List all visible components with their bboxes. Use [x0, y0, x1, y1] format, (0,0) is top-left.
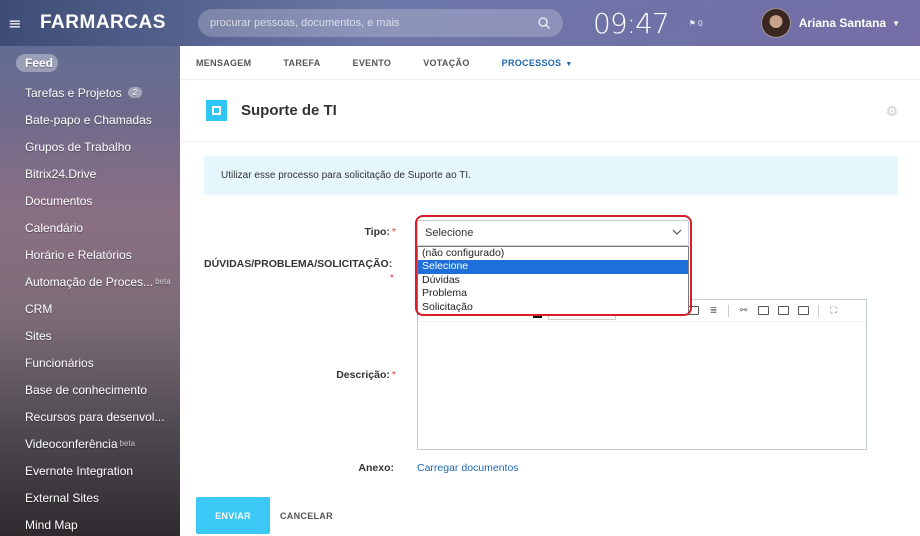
cancel-button[interactable]: CANCELAR [280, 497, 333, 534]
sidebar-item-label: Mind Map [25, 517, 78, 532]
sidebar-item-label: Evernote Integration [25, 463, 134, 478]
label-text: Descrição: [336, 369, 390, 381]
sidebar-item-label: Videoconferência [25, 436, 118, 451]
toolbar-divider [818, 304, 819, 317]
option-duvidas[interactable]: Dúvidas [418, 274, 688, 287]
tab-mensagem[interactable]: MENSAGEM [196, 58, 251, 68]
required-marker: * [391, 226, 396, 238]
beta-badge: beta [155, 277, 171, 286]
sidebar-item-drive[interactable]: Bitrix24.Drive [0, 160, 180, 187]
sidebar-item-label: Horário e Relatórios [25, 247, 132, 262]
process-icon [206, 100, 227, 121]
duvidas-label: DÚVIDAS/PROBLEMA/SOLICITAÇÃO: [204, 258, 393, 270]
toolbar-divider [728, 304, 729, 317]
sidebar-item-recursos[interactable]: Recursos para desenvol... [0, 403, 180, 430]
sidebar-item-evernote[interactable]: Evernote Integration [0, 457, 180, 484]
sidebar-item-videoconferencia[interactable]: Videoconferência beta [0, 430, 180, 457]
table-icon[interactable] [798, 306, 809, 315]
sidebar-item-label: CRM [25, 301, 53, 316]
menu-icon[interactable]: ≡ [0, 14, 30, 33]
counter-badge: 2 [127, 87, 143, 98]
chevron-down-icon[interactable] [672, 227, 682, 237]
sidebar-item-crm[interactable]: CRM [0, 295, 180, 322]
search-placeholder: procurar pessoas, documentos, e mais [210, 17, 400, 29]
upload-documents-link[interactable]: Carregar documentos [417, 462, 519, 474]
sidebar-item-label: Feed [25, 56, 54, 70]
anexo-label: Anexo: [358, 462, 394, 474]
sidebar-item-automacao[interactable]: Automação de Proces... beta [0, 268, 180, 295]
sidebar-item-label: Automação de Proces... [25, 274, 154, 289]
sidebar-item-sites[interactable]: Sites [0, 322, 180, 349]
description-editor[interactable]: ≣ ⚯ ⛶ [417, 299, 867, 450]
sidebar-item-base-conhecimento[interactable]: Base de conhecimento [0, 376, 180, 403]
sidebar-item-mind-map[interactable]: Mind Map [0, 511, 180, 536]
sidebar-item-label: Grupos de Trabalho [25, 139, 132, 154]
sidebar-item-tarefas[interactable]: Tarefas e Projetos 2 [0, 79, 180, 106]
clock[interactable]: 09:47 [593, 7, 670, 40]
chevron-down-icon: ▼ [565, 60, 573, 68]
label-text: Tipo: [364, 226, 390, 238]
main-panel: MENSAGEM TAREFA EVENTO VOTAÇÃO PROCESSOS… [180, 46, 920, 536]
sidebar-item-documentos[interactable]: Documentos [0, 187, 180, 214]
fullscreen-icon[interactable]: ⛶ [828, 306, 839, 316]
post-tabs: MENSAGEM TAREFA EVENTO VOTAÇÃO PROCESSOS… [180, 46, 920, 80]
user-name[interactable]: Ariana Santana [799, 16, 886, 30]
link-icon[interactable]: ⚯ [738, 306, 749, 316]
sidebar-item-label: Sites [25, 328, 52, 343]
avatar[interactable] [760, 8, 791, 38]
sidebar-item-label: Calendário [25, 220, 84, 235]
send-button[interactable]: ENVIAR [196, 497, 270, 534]
sidebar-item-label: Recursos para desenvol... [25, 409, 165, 424]
page-title: Suporte de TI [241, 102, 337, 119]
video-icon[interactable] [778, 306, 789, 315]
process-header: Suporte de TI ⚙ [180, 80, 920, 142]
option-problema[interactable]: Problema [418, 287, 688, 300]
sidebar-item-label: Bitrix24.Drive [25, 166, 97, 181]
tab-evento[interactable]: EVENTO [353, 58, 392, 68]
tipo-label: Tipo: * [330, 226, 396, 238]
beta-badge: beta [119, 439, 136, 448]
sidebar-item-label: Funcionários [25, 355, 94, 370]
flag-counter[interactable]: ⚑ 0 [689, 19, 703, 28]
logo[interactable]: FARMARCAS [40, 12, 190, 34]
user-menu[interactable]: Ariana Santana ▼ [760, 8, 900, 38]
tab-label: PROCESSOS [501, 57, 562, 68]
search-input[interactable]: procurar pessoas, documentos, e mais [198, 9, 563, 37]
option-nao-configurado[interactable]: (não configurado) [418, 247, 688, 260]
gear-icon[interactable]: ⚙ [885, 104, 898, 120]
sidebar-item-grupos[interactable]: Grupos de Trabalho [0, 133, 180, 160]
tab-processos[interactable]: PROCESSOS ▼ [502, 58, 573, 68]
sidebar-item-calendario[interactable]: Calendário [0, 214, 180, 241]
option-solicitacao[interactable]: Solicitação [418, 301, 688, 314]
align-icon[interactable] [688, 306, 699, 315]
sidebar-item-label: External Sites [25, 490, 100, 505]
sidebar: Feed Tarefas e Projetos 2 Bate-papo e Cha… [0, 46, 180, 536]
sidebar-item-label: Base de conhecimento [25, 382, 148, 397]
tab-votacao[interactable]: VOTAÇÃO [423, 58, 469, 68]
sidebar-item-horario[interactable]: Horário e Relatórios [0, 241, 180, 268]
sidebar-item-label: Bate-papo e Chamadas [25, 112, 152, 127]
option-selecione[interactable]: Selecione [418, 260, 688, 274]
sidebar-item-label: Documentos [25, 193, 93, 208]
tab-tarefa[interactable]: TAREFA [283, 58, 320, 68]
tipo-dropdown-list: (não configurado) Selecione Dúvidas Prob… [417, 246, 689, 315]
list-icon[interactable]: ≣ [708, 306, 719, 316]
descricao-label: Descrição: * [310, 369, 396, 381]
chevron-down-icon[interactable]: ▼ [892, 19, 900, 28]
required-marker: * [389, 272, 394, 284]
sidebar-item-label: Tarefas e Projetos [25, 85, 122, 100]
sidebar-item-external-sites[interactable]: External Sites [0, 484, 180, 511]
search-icon[interactable] [537, 16, 551, 30]
top-bar: ≡ FARMARCAS procurar pessoas, documentos… [0, 0, 920, 46]
tipo-select[interactable]: Selecione [417, 220, 689, 246]
sidebar-item-feed[interactable]: Feed [16, 54, 58, 72]
sidebar-item-funcionarios[interactable]: Funcionários [0, 349, 180, 376]
image-icon[interactable] [758, 306, 769, 315]
sidebar-item-chat[interactable]: Bate-papo e Chamadas [0, 106, 180, 133]
process-description: Utilizar esse processo para solicitação … [204, 156, 898, 195]
select-value: Selecione [425, 227, 474, 239]
required-marker: * [391, 369, 396, 381]
